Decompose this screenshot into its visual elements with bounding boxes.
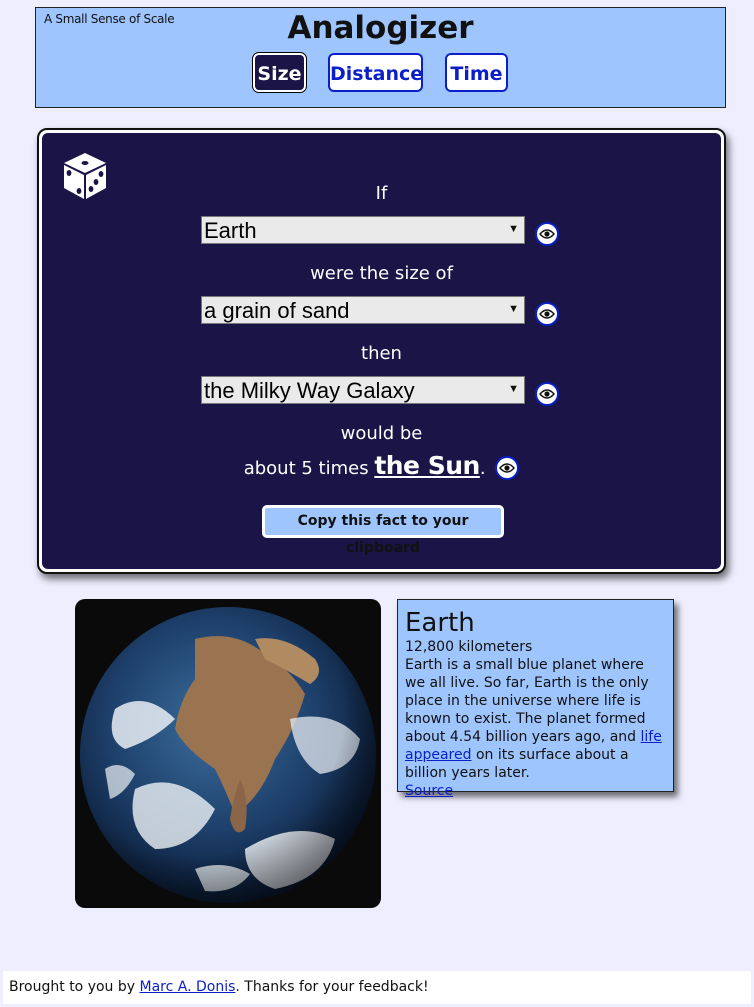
footer-suffix: . Thanks for your feedback! xyxy=(235,979,429,995)
source-link[interactable]: Source xyxy=(405,783,453,799)
tab-bar: Size Distance Time xyxy=(36,53,725,92)
view-subject-eye-icon[interactable] xyxy=(535,222,559,246)
view-target-eye-icon[interactable] xyxy=(535,382,559,406)
chevron-down-icon: ▼ xyxy=(508,303,519,315)
app-header: A Small Sense of Scale Analogizer Size Di… xyxy=(35,7,726,108)
app-title: Analogizer xyxy=(287,10,474,46)
info-description: Earth is a small blue planet where we al… xyxy=(405,656,667,800)
result-prefix: about 5 times xyxy=(243,458,375,479)
info-size: 12,800 kilometers xyxy=(405,639,533,655)
result-link[interactable]: the Sun xyxy=(374,451,480,480)
view-result-eye-icon[interactable] xyxy=(495,456,520,480)
info-card: Earth 12,800 kilometers Earth is a small… xyxy=(397,599,674,799)
result-line: about 5 times the Sun. xyxy=(42,451,721,481)
tab-distance[interactable]: Distance xyxy=(328,53,423,92)
analogy-panel-inner: If Earth ▼ were the size of a grain of s… xyxy=(42,133,721,569)
if-label: If xyxy=(375,183,388,204)
earth-photo xyxy=(75,599,381,908)
footer-prefix: Brought to you by xyxy=(9,979,140,995)
view-scale-object-eye-icon[interactable] xyxy=(535,302,559,326)
scale-object-select-value: a grain of sand xyxy=(204,298,350,323)
chevron-down-icon: ▼ xyxy=(508,223,519,235)
info-title: Earth xyxy=(405,608,475,638)
target-select[interactable]: the Milky Way Galaxy ▼ xyxy=(201,376,525,404)
then-label: then xyxy=(361,343,402,364)
footer: Brought to you by Marc A. Donis. Thanks … xyxy=(3,971,751,1004)
scale-object-select[interactable]: a grain of sand ▼ xyxy=(201,296,525,324)
target-select-value: the Milky Way Galaxy xyxy=(204,378,415,403)
info-desc-part1: Earth is a small blue planet where we al… xyxy=(405,657,649,745)
author-link[interactable]: Marc A. Donis xyxy=(140,979,236,995)
copy-fact-button[interactable]: Copy this fact to your clipboard xyxy=(262,505,504,556)
would-be-label: would be xyxy=(340,423,423,444)
subject-select-value: Earth xyxy=(204,218,257,243)
tab-time[interactable]: Time xyxy=(445,53,508,92)
subject-select[interactable]: Earth ▼ xyxy=(201,216,525,244)
were-size-of-label: were the size of xyxy=(310,263,453,284)
analogy-panel: If Earth ▼ were the size of a grain of s… xyxy=(37,128,726,574)
tab-size[interactable]: Size xyxy=(253,53,306,92)
result-suffix: . xyxy=(479,458,486,479)
chevron-down-icon: ▼ xyxy=(508,383,519,395)
